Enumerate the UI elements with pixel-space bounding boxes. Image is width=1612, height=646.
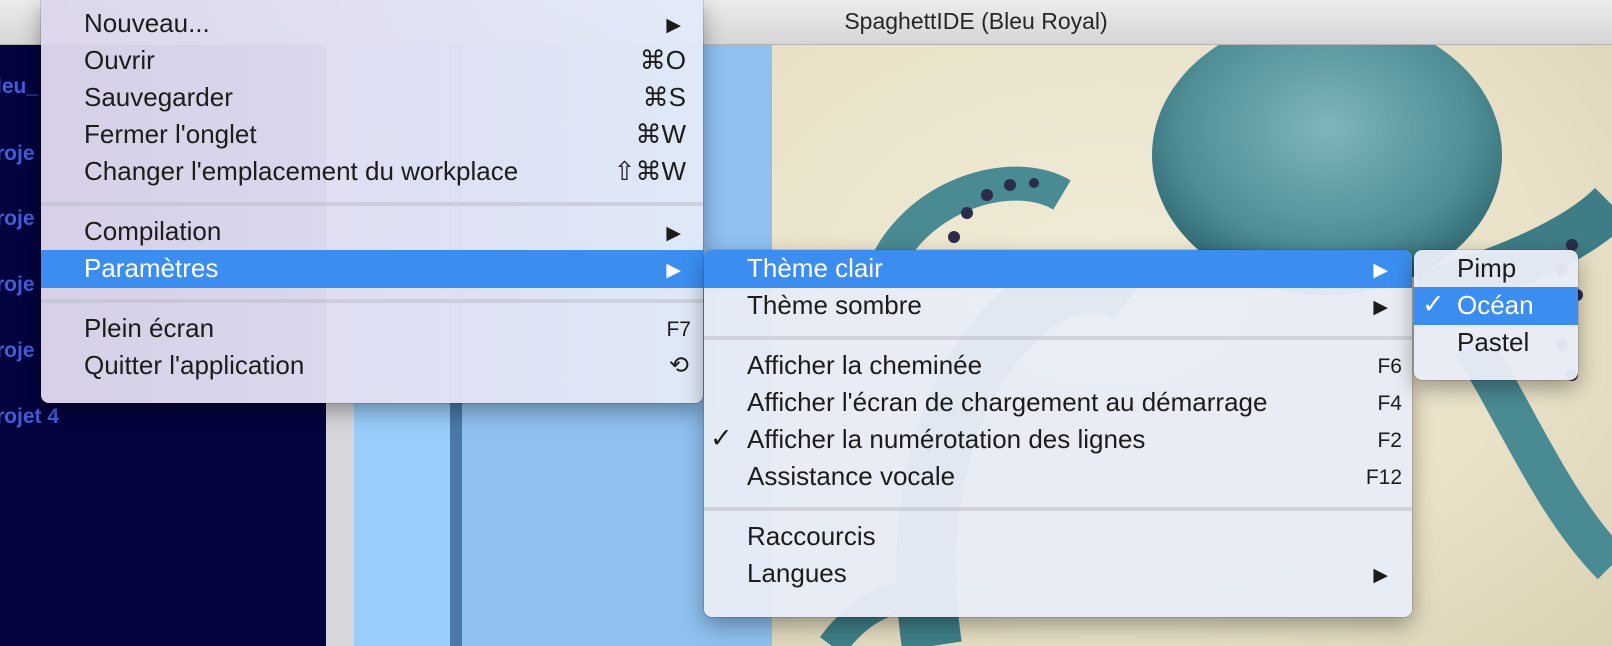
- menu-item-quit[interactable]: Quitter l'application ⟲: [41, 347, 703, 385]
- shortcut-label: F7: [666, 318, 691, 341]
- menu-item-label: Afficher l'écran de chargement au démarr…: [747, 387, 1268, 417]
- menu-item-fullscreen[interactable]: Plein écran F7: [41, 310, 703, 348]
- shortcut-label: F2: [1377, 429, 1402, 452]
- submenu-arrow-icon: ▶: [666, 223, 681, 244]
- menu-item-dark-theme[interactable]: Thème sombre ▶: [704, 287, 1412, 325]
- submenu-arrow-icon: ▶: [1373, 297, 1388, 318]
- menu-item-label: Afficher la cheminée: [747, 350, 983, 380]
- menu-item-theme-pimp[interactable]: Pimp: [1414, 250, 1578, 288]
- menu-item-open[interactable]: Ouvrir ⌘O: [41, 42, 703, 80]
- menu-item-label: Thème clair: [747, 253, 883, 283]
- menu-item-compilation[interactable]: Compilation ▶: [41, 213, 703, 251]
- menu-item-settings[interactable]: Paramètres ▶: [41, 250, 703, 288]
- menu-item-label: Plein écran: [84, 313, 215, 343]
- menu-item-shortcuts[interactable]: Raccourcis: [704, 518, 1412, 556]
- sidebar-project[interactable]: roje: [0, 339, 35, 363]
- menu-separator: [41, 202, 703, 206]
- menu-item-label: Pimp: [1457, 253, 1517, 283]
- menu-item-theme-ocean[interactable]: ✓ Océan: [1414, 287, 1578, 325]
- menu-item-change-workplace[interactable]: Changer l'emplacement du workplace ⇧⌘W: [41, 153, 703, 191]
- menu-item-label: Compilation: [84, 216, 222, 246]
- menu-separator: [41, 299, 703, 303]
- menu-item-voice-assistant[interactable]: Assistance vocale F12: [704, 458, 1412, 496]
- shortcut-label: ⌘O: [639, 45, 686, 75]
- menu-item-label: Ouvrir: [84, 45, 155, 75]
- menu-item-label: Sauvegarder: [84, 82, 233, 112]
- shortcut-label: F12: [1365, 466, 1402, 489]
- menu-item-label: Pastel: [1457, 327, 1530, 357]
- menu-item-label: Raccourcis: [747, 521, 876, 551]
- sidebar-project[interactable]: leu_: [0, 75, 38, 99]
- menu-separator: [704, 336, 1412, 340]
- sidebar-project[interactable]: roje: [0, 273, 35, 297]
- window-title: SpaghettIDE (Bleu Royal): [844, 8, 1108, 34]
- menu-item-theme-pastel[interactable]: Pastel: [1414, 324, 1578, 362]
- menu-item-label: Thème sombre: [747, 290, 922, 320]
- settings-submenu: Thème clair ▶ Thème sombre ▶ Afficher la…: [704, 250, 1412, 617]
- menu-item-languages[interactable]: Langues ▶: [704, 555, 1412, 593]
- menu-item-label: Langues: [747, 558, 847, 588]
- menu-separator: [704, 507, 1412, 511]
- menu-item-label: Paramètres: [84, 253, 219, 283]
- menu-item-label: Fermer l'onglet: [84, 119, 257, 149]
- menu-item-light-theme[interactable]: Thème clair ▶: [704, 250, 1412, 288]
- sidebar-project[interactable]: rojet 4: [0, 405, 59, 429]
- menu-item-label: Nouveau...: [84, 8, 210, 38]
- menu-item-label: Océan: [1457, 290, 1534, 320]
- shortcut-label: ⌘W: [635, 119, 686, 149]
- menu-item-save[interactable]: Sauvegarder ⌘S: [41, 79, 703, 117]
- menu-item-show-loading-screen[interactable]: Afficher l'écran de chargement au démarr…: [704, 384, 1412, 422]
- light-theme-submenu: Pimp ✓ Océan Pastel: [1414, 250, 1578, 380]
- sidebar-project[interactable]: roje: [0, 207, 35, 231]
- submenu-arrow-icon: ▶: [666, 15, 681, 36]
- shortcut-label: F6: [1377, 355, 1402, 378]
- restart-icon: ⟲: [668, 352, 689, 379]
- file-menu: Nouveau... ▶ Ouvrir ⌘O Sauvegarder ⌘S Fe…: [41, 0, 703, 403]
- menu-item-new[interactable]: Nouveau... ▶: [41, 5, 703, 43]
- checkmark-icon: ✓: [1422, 289, 1445, 319]
- checkmark-icon: ✓: [710, 423, 733, 453]
- submenu-arrow-icon: ▶: [1373, 565, 1388, 586]
- menu-item-label: Assistance vocale: [747, 461, 956, 491]
- shortcut-label: F4: [1377, 392, 1402, 415]
- sidebar-project[interactable]: roje: [0, 142, 35, 166]
- menu-item-show-chimney[interactable]: Afficher la cheminée F6: [704, 347, 1412, 385]
- submenu-arrow-icon: ▶: [666, 260, 681, 281]
- shortcut-label: ⌘S: [642, 82, 686, 112]
- menu-item-close-tab[interactable]: Fermer l'onglet ⌘W: [41, 116, 703, 154]
- menu-item-label: Quitter l'application: [84, 350, 305, 380]
- menu-item-label: Afficher la numérotation des lignes: [747, 424, 1146, 454]
- submenu-arrow-icon: ▶: [1373, 260, 1388, 281]
- shortcut-label: ⇧⌘W: [613, 156, 686, 186]
- menu-item-show-line-numbers[interactable]: ✓ Afficher la numérotation des lignes F2: [704, 421, 1412, 459]
- menu-item-label: Changer l'emplacement du workplace: [84, 156, 519, 186]
